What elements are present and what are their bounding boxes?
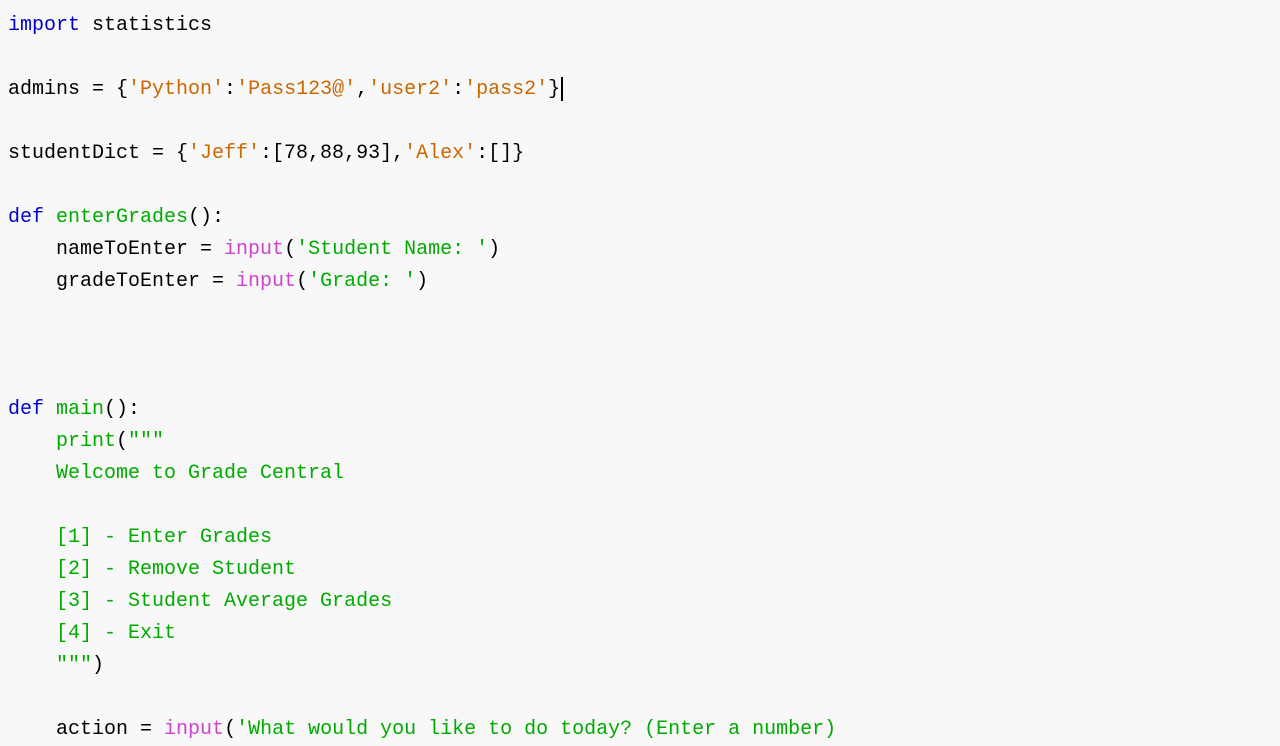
code-line-18: [2] - Remove Student bbox=[8, 554, 1272, 586]
code-token bbox=[8, 270, 56, 293]
code-token: print bbox=[56, 430, 116, 453]
code-token: (): bbox=[188, 206, 224, 229]
code-line-3: admins = {'Python':'Pass123@','user2':'p… bbox=[8, 74, 1272, 106]
text-cursor bbox=[561, 77, 563, 101]
code-token: :[78,88,93], bbox=[260, 142, 404, 165]
code-token: [1] - Enter Grades bbox=[56, 526, 272, 549]
code-token: main bbox=[56, 398, 104, 421]
code-token bbox=[8, 558, 56, 581]
code-token: 'user2' bbox=[368, 78, 452, 101]
code-token: admins = { bbox=[8, 78, 128, 101]
code-token: """ bbox=[128, 430, 164, 453]
code-line-11 bbox=[8, 330, 1272, 362]
code-token: gradeToEnter = bbox=[56, 270, 236, 293]
code-token: def bbox=[8, 398, 56, 421]
code-token: 'Alex' bbox=[404, 142, 476, 165]
code-token: ( bbox=[284, 238, 296, 261]
code-token bbox=[8, 526, 56, 549]
code-token: (): bbox=[104, 398, 140, 421]
code-token: 'Python' bbox=[128, 78, 224, 101]
code-token: ( bbox=[296, 270, 308, 293]
code-token: ( bbox=[116, 430, 128, 453]
code-line-13: def main(): bbox=[8, 394, 1272, 426]
code-token bbox=[8, 590, 56, 613]
code-token bbox=[8, 654, 56, 677]
code-token: [2] - Remove Student bbox=[56, 558, 296, 581]
code-token: [3] - Student Average Grades bbox=[56, 590, 392, 613]
code-line-10 bbox=[8, 298, 1272, 330]
code-token: ) bbox=[416, 270, 428, 293]
code-token: ( bbox=[224, 718, 236, 741]
code-token bbox=[8, 462, 56, 485]
code-line-5: studentDict = {'Jeff':[78,88,93],'Alex':… bbox=[8, 138, 1272, 170]
code-token: 'Grade: ' bbox=[308, 270, 416, 293]
code-line-9: gradeToEnter = input('Grade: ') bbox=[8, 266, 1272, 298]
code-token: 'pass2' bbox=[464, 78, 548, 101]
code-token: nameToEnter = bbox=[56, 238, 224, 261]
code-token: [4] - Exit bbox=[56, 622, 176, 645]
code-line-17: [1] - Enter Grades bbox=[8, 522, 1272, 554]
code-token: 'Pass123@' bbox=[236, 78, 356, 101]
code-line-6 bbox=[8, 170, 1272, 202]
code-token: import bbox=[8, 14, 80, 37]
code-line-23: action = input('What would you like to d… bbox=[8, 714, 1272, 746]
code-editor[interactable]: import statistics admins = {'Python':'Pa… bbox=[8, 10, 1272, 710]
code-token: action = bbox=[56, 718, 164, 741]
code-token: 'Jeff' bbox=[188, 142, 260, 165]
code-token: } bbox=[548, 78, 560, 101]
code-line-20: [4] - Exit bbox=[8, 618, 1272, 650]
code-token: , bbox=[356, 78, 368, 101]
code-token: ) bbox=[92, 654, 104, 677]
code-token: input bbox=[224, 238, 284, 261]
code-line-14: print(""" bbox=[8, 426, 1272, 458]
code-line-16 bbox=[8, 490, 1272, 522]
code-line-1: import statistics bbox=[8, 10, 1272, 42]
code-token bbox=[8, 430, 56, 453]
code-token: enterGrades bbox=[56, 206, 188, 229]
code-token: : bbox=[224, 78, 236, 101]
code-line-21: """) bbox=[8, 650, 1272, 682]
code-line-8: nameToEnter = input('Student Name: ') bbox=[8, 234, 1272, 266]
code-token: 'Student Name: ' bbox=[296, 238, 488, 261]
code-content: import statistics admins = {'Python':'Pa… bbox=[8, 10, 1272, 746]
code-token: studentDict = { bbox=[8, 142, 188, 165]
code-token: ) bbox=[488, 238, 500, 261]
code-token: :[]} bbox=[476, 142, 524, 165]
code-token: def bbox=[8, 206, 56, 229]
code-token: 'What would you like to do today? (Enter… bbox=[236, 718, 836, 741]
code-line-12 bbox=[8, 362, 1272, 394]
code-token: Welcome to Grade Central bbox=[56, 462, 344, 485]
code-line-4 bbox=[8, 106, 1272, 138]
code-token bbox=[8, 718, 56, 741]
code-token bbox=[8, 622, 56, 645]
code-line-19: [3] - Student Average Grades bbox=[8, 586, 1272, 618]
code-line-2 bbox=[8, 42, 1272, 74]
code-line-22 bbox=[8, 682, 1272, 714]
code-token: input bbox=[164, 718, 224, 741]
code-token: statistics bbox=[80, 14, 212, 37]
code-token: """ bbox=[56, 654, 92, 677]
code-line-15: Welcome to Grade Central bbox=[8, 458, 1272, 490]
code-token: input bbox=[236, 270, 296, 293]
code-token bbox=[8, 238, 56, 261]
code-line-7: def enterGrades(): bbox=[8, 202, 1272, 234]
code-token: : bbox=[452, 78, 464, 101]
